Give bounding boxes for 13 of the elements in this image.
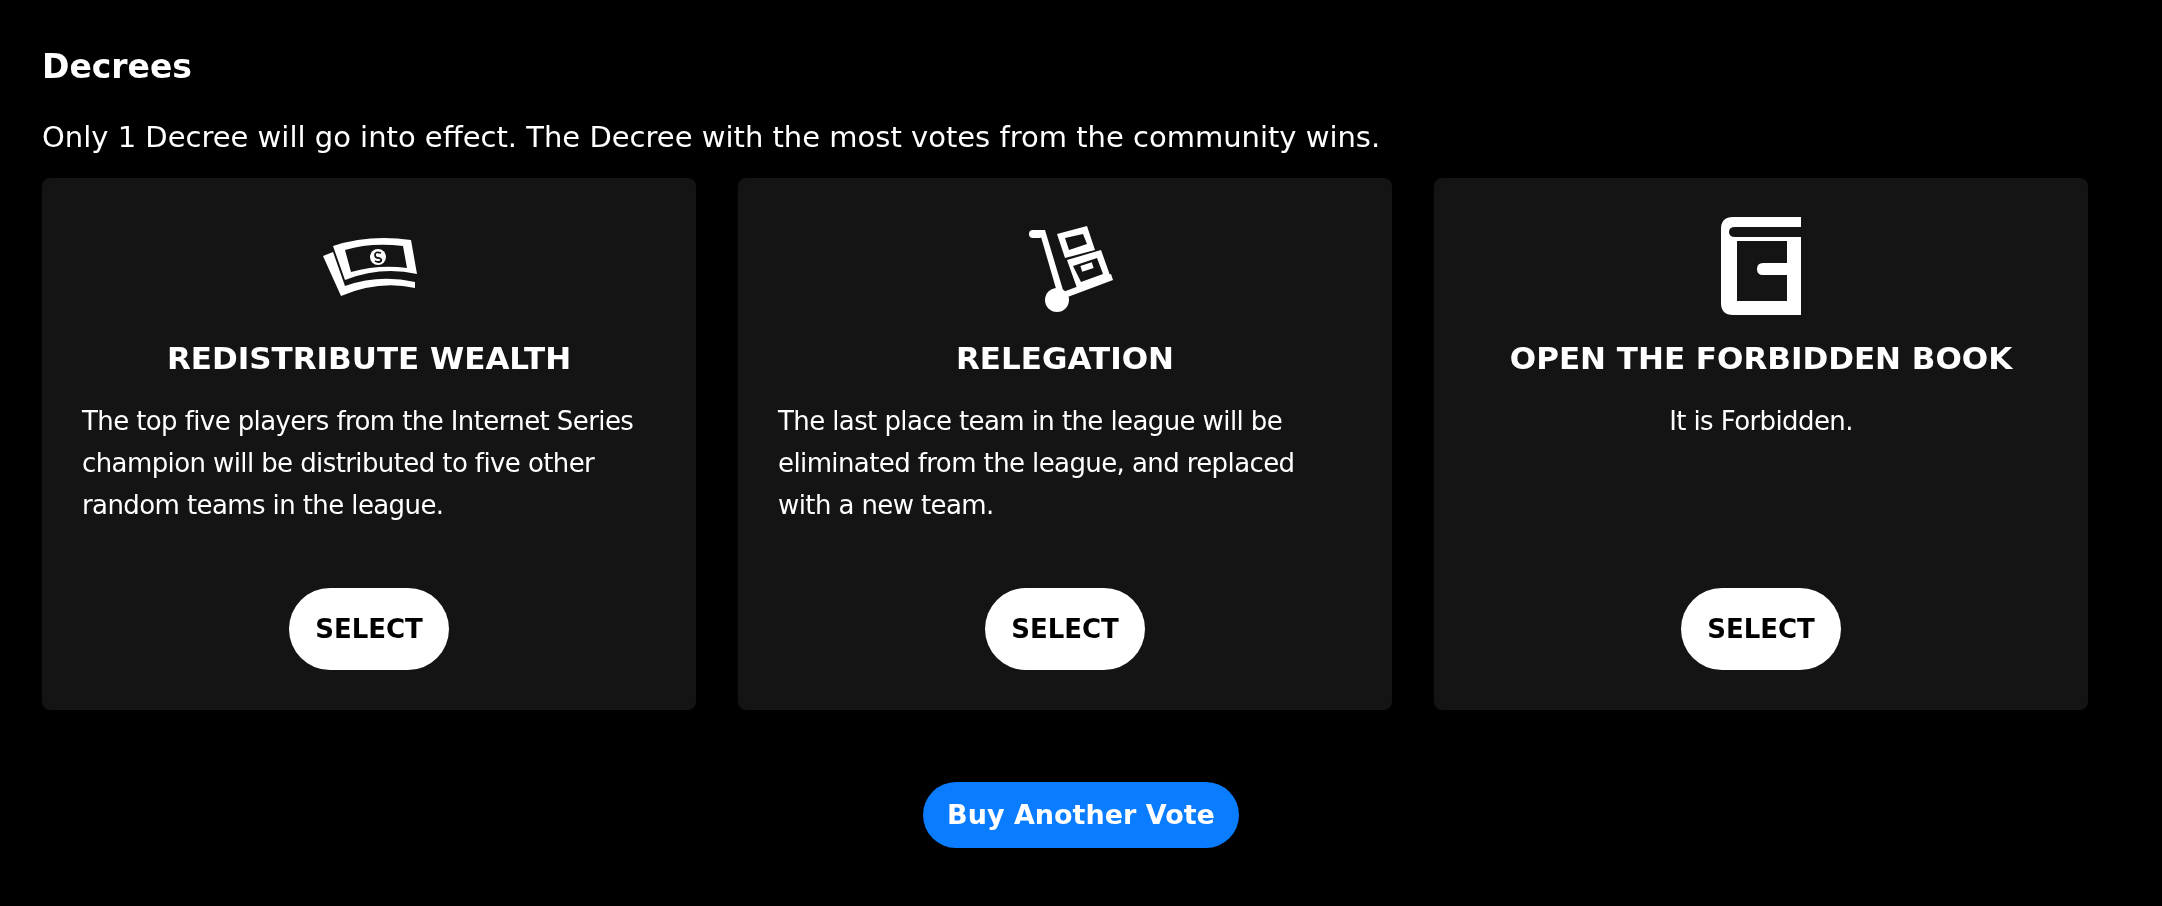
decree-title: REDISTRIBUTE WEALTH bbox=[166, 339, 572, 378]
decree-title: OPEN THE FORBIDDEN BOOK bbox=[1509, 339, 2013, 378]
select-button[interactable]: SELECT bbox=[1681, 588, 1841, 670]
select-button[interactable]: SELECT bbox=[985, 588, 1145, 670]
select-button[interactable]: SELECT bbox=[289, 588, 449, 670]
decree-title: RELEGATION bbox=[956, 339, 1174, 378]
decree-description: The last place team in the league will be eliminated from the league, and replaced with a new team. bbox=[778, 405, 1296, 522]
section-title: Decrees bbox=[42, 46, 193, 88]
book-icon bbox=[1721, 217, 1801, 315]
section-description: Only 1 Decree will go into effect. The Decree with the most votes from the community wins. bbox=[42, 119, 1382, 156]
buy-vote-button[interactable]: Buy Another Vote bbox=[923, 782, 1239, 848]
decree-description: The top five players from the Internet Series champion will be distributed to five other random teams in the league. bbox=[82, 405, 635, 522]
decree-description: It is Forbidden. bbox=[1669, 405, 1853, 438]
